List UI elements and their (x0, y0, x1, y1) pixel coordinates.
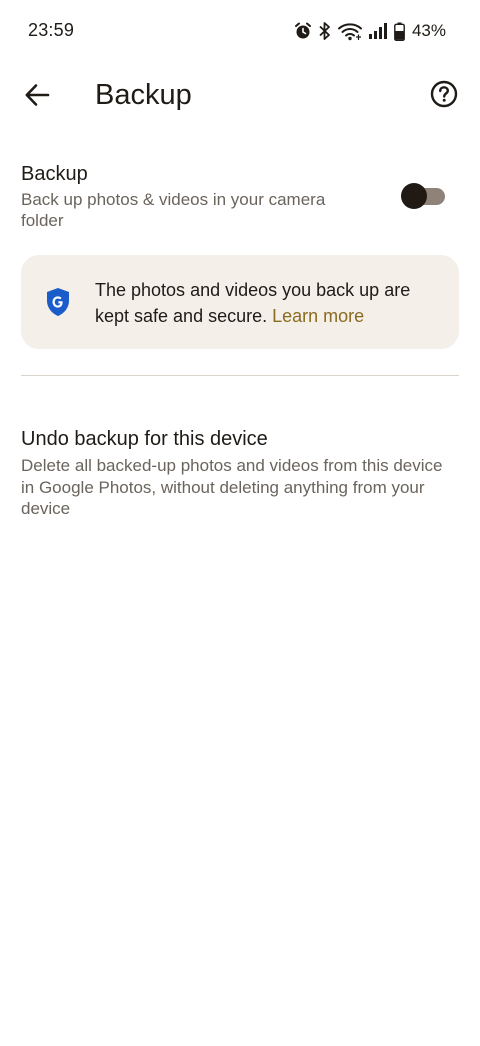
back-button[interactable] (16, 76, 58, 118)
undo-backup-subtitle: Delete all backed-up photos and videos f… (21, 456, 443, 518)
backup-setting-row[interactable]: Backup Back up photos & videos in your c… (21, 160, 459, 240)
status-bar: 23:59 43% (0, 0, 480, 62)
backup-toggle[interactable] (401, 183, 445, 209)
screen: 23:59 43% Backup Backup Back up photos &… (0, 0, 480, 1046)
learn-more-link[interactable]: Learn more (272, 306, 364, 326)
alarm-icon (294, 22, 312, 40)
backup-setting-subtitle: Back up photos & videos in your camera f… (21, 190, 326, 230)
undo-backup-row[interactable]: Undo backup for this device Delete all b… (21, 425, 459, 520)
undo-backup-title: Undo backup for this device (21, 428, 268, 450)
battery-percent: 43% (411, 21, 446, 40)
page-title: Backup (95, 79, 192, 111)
wifi-icon (337, 22, 362, 41)
battery-icon (394, 22, 405, 41)
info-card: The photos and videos you back up are ke… (21, 255, 459, 349)
cell-signal-icon (368, 22, 388, 40)
bluetooth-icon (318, 21, 332, 41)
backup-setting-title: Backup (21, 163, 88, 185)
status-time: 23:59 (28, 20, 75, 40)
status-icons: 43% (294, 19, 446, 43)
help-circle-icon (430, 80, 458, 113)
help-button[interactable] (424, 76, 464, 116)
divider (21, 375, 459, 376)
google-shield-icon (45, 287, 71, 322)
info-card-text: The photos and videos you back up are ke… (95, 277, 445, 329)
arrow-back-icon (24, 82, 50, 113)
app-bar: Backup (0, 62, 480, 132)
toggle-thumb (401, 183, 427, 209)
